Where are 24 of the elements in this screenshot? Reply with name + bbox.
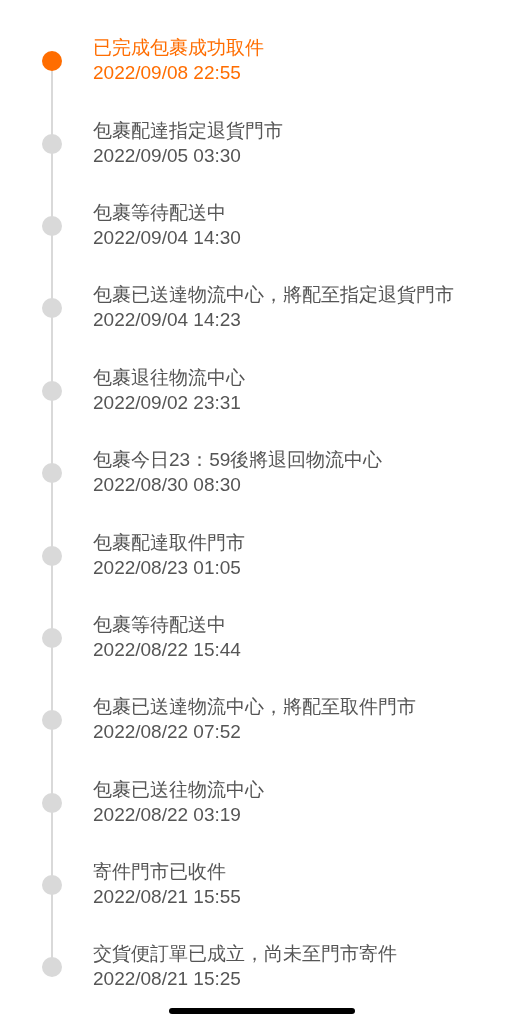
event-title: 包裹退往物流中心: [93, 365, 245, 390]
event-time: 2022/08/30 08:30: [93, 473, 242, 498]
event-time: 2022/08/21 15:25: [93, 967, 242, 992]
event-title: 包裹已送往物流中心: [93, 777, 264, 802]
event-title: 包裹今日23：59後將退回物流中心: [93, 448, 383, 473]
event-title: 已完成包裹成功取件: [93, 36, 264, 61]
event-title: 包裹等待配送中: [93, 200, 227, 225]
event-time: 2022/08/22 15:44: [93, 637, 241, 662]
event-title: 包裹已送達物流中心，將配至取件門市: [93, 695, 416, 720]
event-time: 2022/08/21 15:55: [93, 885, 241, 910]
event-title: 包裹等待配送中: [93, 612, 227, 637]
event-time: 2022/09/05 03:30: [93, 143, 242, 168]
event-time: 2022/09/04 14:30: [93, 225, 241, 250]
event-time: 2022/08/22 03:19: [93, 802, 242, 827]
event-title: 包裹配達指定退貨門市: [93, 118, 283, 143]
event-title: 包裹已送達物流中心，將配至指定退貨門市: [93, 283, 454, 308]
event-time: 2022/09/04 14:23: [93, 308, 242, 333]
event-title: 寄件門市已收件: [93, 860, 227, 885]
event-time: 2022/09/02 23:31: [93, 390, 242, 415]
event-title: 交貨便訂單已成立，尚未至門市寄件: [93, 942, 397, 967]
event-title: 包裹配達取件門市: [93, 530, 245, 555]
event-time: 2022/08/23 01:05: [93, 555, 242, 580]
event-time: 2022/09/08 22:55: [93, 61, 242, 86]
event-time: 2022/08/22 07:52: [93, 720, 242, 745]
